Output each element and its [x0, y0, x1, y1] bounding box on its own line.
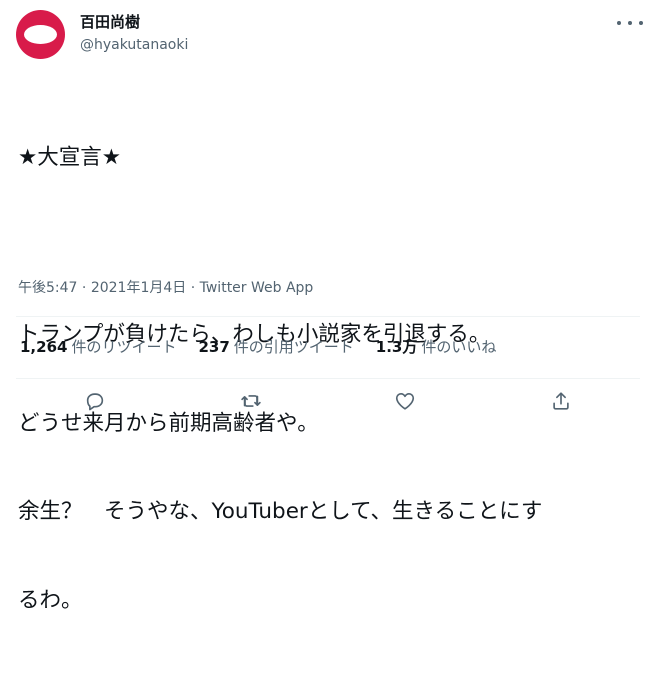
share-icon [553, 392, 569, 410]
likes-label: 件のいいね [421, 338, 497, 356]
retweet-button[interactable] [238, 388, 264, 414]
quotes-stat[interactable]: 237 件の引用ツイート [198, 336, 353, 358]
tweet-line: るわ。 [18, 587, 83, 613]
tweet-line: ★大宣言★ [18, 145, 122, 170]
divider [16, 378, 640, 379]
tweet-text: ★大宣言★ トランプが負けたら、わしも小説家を引退する。 どうせ来月から前期高齢… [18, 84, 638, 674]
display-name[interactable]: 百田尚樹 [80, 12, 140, 32]
tweet-meta: 午後5:47 · 2021年1月4日 · Twitter Web App [18, 280, 314, 296]
retweets-count: 1,264 [20, 338, 68, 356]
tweet-line [18, 232, 638, 262]
quotes-count: 237 [198, 338, 230, 356]
tweet-source-link[interactable]: Twitter Web App [200, 280, 314, 296]
likes-count: 1.3万 [375, 338, 418, 356]
more-dots-icon[interactable] [617, 13, 643, 33]
quotes-label: 件の引用ツイート [233, 338, 354, 356]
retweet-icon [241, 395, 261, 407]
action-bar [0, 388, 658, 418]
tweet-time: 午後5:47 [18, 280, 78, 296]
user-handle[interactable]: @hyakutanaoki [80, 36, 188, 54]
divider [16, 316, 640, 317]
retweets-stat[interactable]: 1,264 件のリツイート [20, 336, 176, 358]
tweet-date: 2021年1月4日 [90, 280, 187, 296]
reply-icon [86, 393, 104, 411]
tweet-card: 百田尚樹 @hyakutanaoki ★大宣言★ トランプが負けたら、わしも小説… [0, 0, 658, 613]
tweet-stats: 1,264 件のリツイート 237 件の引用ツイート 1.3万 件のいいね [20, 336, 496, 358]
like-button[interactable] [392, 388, 418, 414]
reply-button[interactable] [82, 388, 108, 414]
avatar[interactable] [16, 10, 65, 59]
tweet-time-link[interactable]: 午後5:47 · 2021年1月4日 [18, 280, 186, 296]
share-button[interactable] [548, 388, 574, 414]
likes-stat[interactable]: 1.3万 件のいいね [376, 336, 497, 358]
retweets-label: 件のリツイート [71, 338, 177, 356]
tweet-line: 余生？ そうやな、YouTuberとして、生きることにす [18, 499, 543, 524]
like-icon [395, 393, 415, 410]
